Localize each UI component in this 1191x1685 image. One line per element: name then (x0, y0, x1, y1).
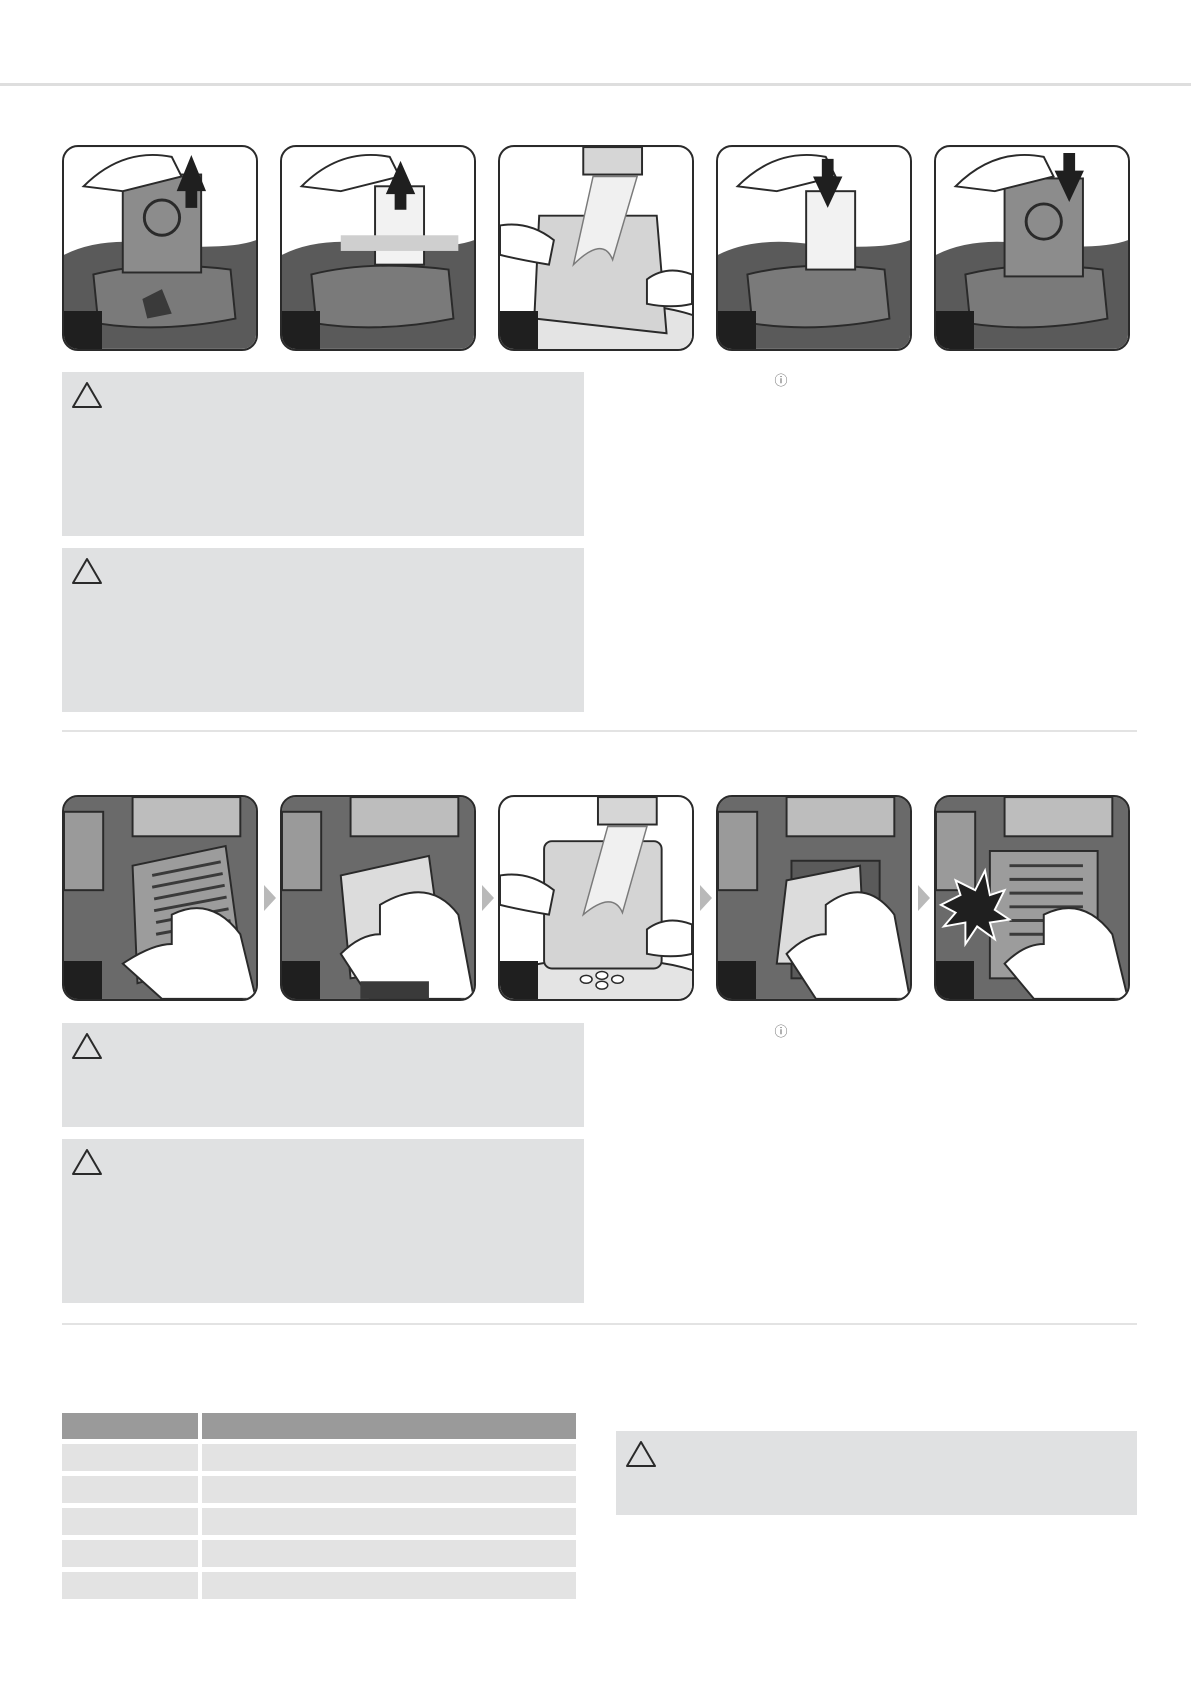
step-number-tab (936, 961, 974, 999)
section-divider (62, 1323, 1137, 1325)
step-illustration-remove-motor-filter (280, 145, 476, 351)
step-illustration-rinse-motor-filter (498, 145, 694, 351)
table-header-cell (62, 1413, 198, 1439)
warning-triangle-icon (72, 1149, 102, 1175)
table-row (62, 1508, 576, 1535)
specification-table (58, 1408, 580, 1604)
table-cell (62, 1508, 198, 1535)
step-number-tab (500, 961, 538, 999)
table-cell (62, 1476, 198, 1503)
step-number-tab (282, 311, 320, 349)
chevron-right-icon (482, 885, 494, 911)
section-divider (62, 730, 1137, 732)
step-number-tab (500, 311, 538, 349)
warning-box (616, 1431, 1137, 1515)
warning-box (62, 372, 584, 536)
step-illustration-insert-bag (934, 145, 1130, 351)
table-header-row (62, 1413, 576, 1439)
step-number-tab (936, 311, 974, 349)
step-illustration-open-exhaust-grille (62, 795, 258, 1001)
step-number-tab (64, 961, 102, 999)
step-number-tab (718, 961, 756, 999)
table-cell (62, 1444, 198, 1471)
table-cell (202, 1508, 576, 1535)
table-cell (202, 1444, 576, 1471)
step-illustration-close-exhaust-grille (934, 795, 1130, 1001)
table-cell (202, 1540, 576, 1567)
step-illustration-remove-bag (62, 145, 258, 351)
step-number-tab (718, 311, 756, 349)
table-cell (202, 1572, 576, 1599)
warning-box (62, 1023, 584, 1127)
table-row (62, 1540, 576, 1567)
step-number-tab (64, 311, 102, 349)
table-row (62, 1572, 576, 1599)
chevron-right-icon (700, 885, 712, 911)
table-cell (202, 1476, 576, 1503)
warning-triangle-icon (72, 382, 102, 408)
top-rule (0, 83, 1191, 86)
step-illustration-remove-exhaust-filter (280, 795, 476, 1001)
table-row (62, 1476, 576, 1503)
step-illustration-rinse-exhaust-filter (498, 795, 694, 1001)
chevron-right-icon (918, 885, 930, 911)
table-header-cell (202, 1413, 576, 1439)
info-icon: ⓘ (774, 374, 788, 389)
step-illustration-insert-motor-filter (716, 145, 912, 351)
step-number-tab (282, 961, 320, 999)
info-icon: ⓘ (774, 1025, 788, 1040)
table-cell (62, 1540, 198, 1567)
table-cell (62, 1572, 198, 1599)
warning-box (62, 548, 584, 712)
warning-triangle-icon (626, 1441, 656, 1467)
step-illustration-insert-exhaust-filter (716, 795, 912, 1001)
warning-box (62, 1139, 584, 1303)
chevron-right-icon (264, 885, 276, 911)
table-row (62, 1444, 576, 1471)
warning-triangle-icon (72, 558, 102, 584)
warning-triangle-icon (72, 1033, 102, 1059)
